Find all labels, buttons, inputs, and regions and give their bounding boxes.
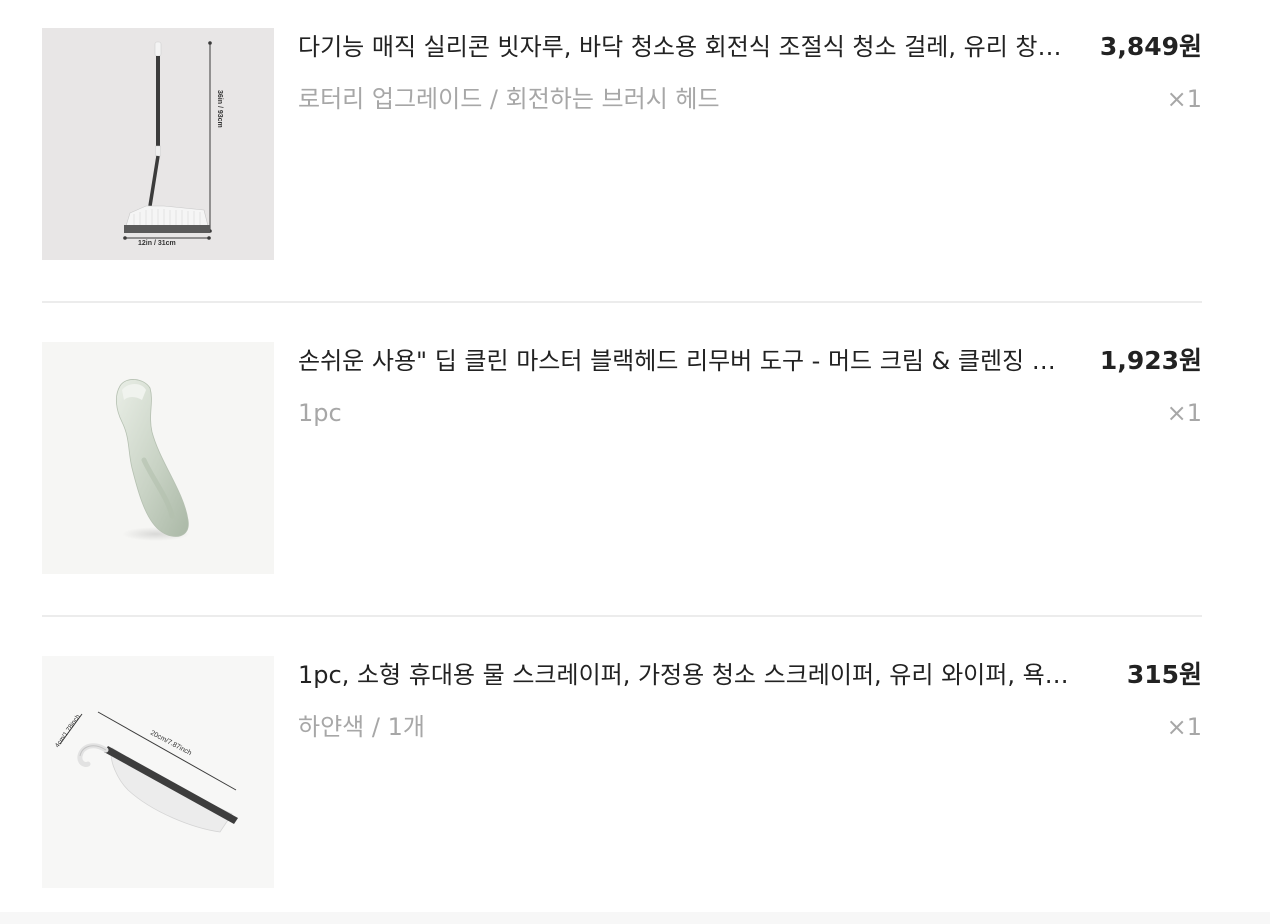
cart-item[interactable]: 손쉬운 사용" 딥 클린 마스터 블랙헤드 리무버 도구 - 머드 크림 & 클… xyxy=(42,301,1202,574)
product-quantity: ×1 xyxy=(1166,85,1202,113)
cart-item[interactable]: 36in / 93cm 12in / 31cm 다기능 매직 실리콘 빗자루, … xyxy=(42,28,1202,260)
silicone-broom-image[interactable]: 36in / 93cm 12in / 31cm xyxy=(42,28,274,260)
product-price: 315원 xyxy=(1126,660,1202,689)
product-option: 로터리 업그레이드 / 회전하는 브러시 헤드 xyxy=(298,85,720,113)
cart-item[interactable]: 20cm/7.87inch 4cm/1.78inch 1pc, 소형 휴대용 물… xyxy=(42,615,1202,888)
product-title[interactable]: 손쉬운 사용" 딥 클린 마스터 블랙헤드 리무버 도구 - 머드 크림 & 클… xyxy=(298,344,1070,378)
bottom-divider xyxy=(0,912,1270,924)
product-quantity: ×1 xyxy=(1166,713,1202,741)
cart-item-list: 36in / 93cm 12in / 31cm 다기능 매직 실리콘 빗자루, … xyxy=(42,28,1202,888)
width-dimension-label: 12in / 31cm xyxy=(138,240,176,247)
product-price: 3,849원 xyxy=(1099,32,1202,61)
blackhead-remover-image[interactable] xyxy=(42,342,274,574)
product-title[interactable]: 1pc, 소형 휴대용 물 스크레이퍼, 가정용 청소 스크레이퍼, 유리 와이… xyxy=(298,658,1070,692)
product-option: 하얀색 / 1개 xyxy=(298,713,425,741)
height-dimension-label: 36in / 93cm xyxy=(216,90,223,128)
product-title[interactable]: 다기능 매직 실리콘 빗자루, 바닥 청소용 회전식 조절식 청소 걸레, 유리… xyxy=(298,30,1070,64)
water-scraper-image[interactable]: 20cm/7.87inch 4cm/1.78inch xyxy=(42,656,274,888)
product-quantity: ×1 xyxy=(1166,399,1202,427)
product-price: 1,923원 xyxy=(1099,346,1202,375)
product-option: 1pc xyxy=(298,399,342,427)
